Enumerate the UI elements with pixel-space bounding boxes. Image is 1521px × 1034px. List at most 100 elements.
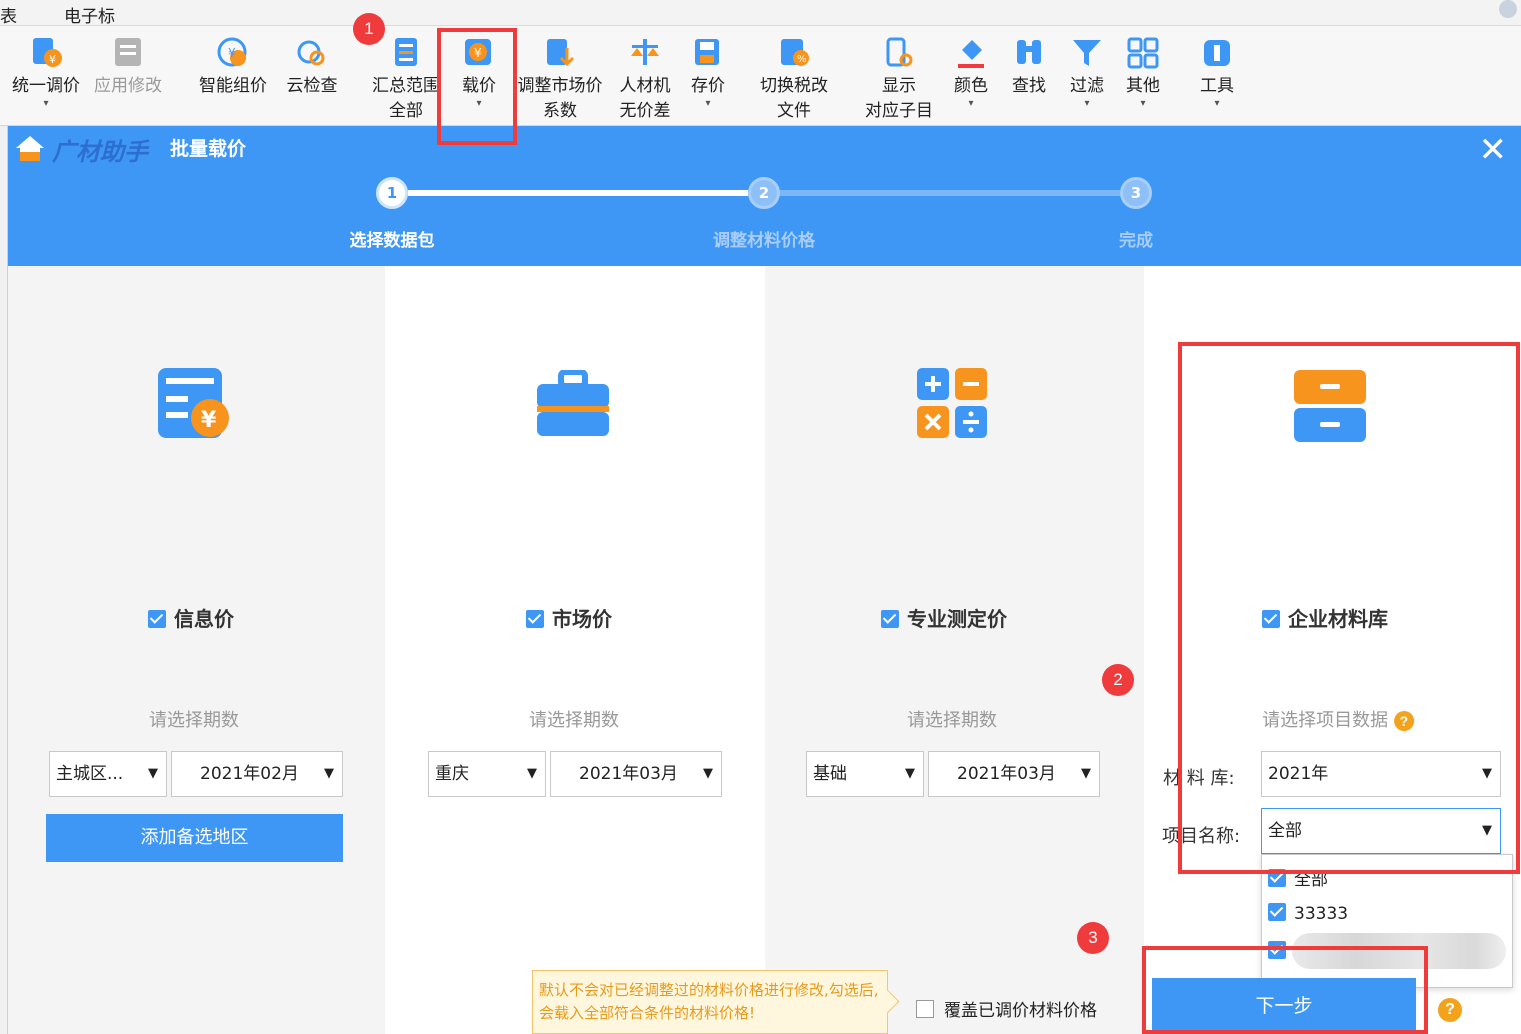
market-period-value: 2021年03月	[579, 764, 678, 784]
smart-pricing-label: 智能组价	[199, 76, 267, 96]
unify-price-caret: ▾	[43, 98, 49, 109]
wrench-icon	[1200, 36, 1234, 70]
switch-tax-label: 切换税改	[760, 76, 828, 96]
pro-type-select[interactable]: 基础 ▼	[806, 751, 924, 797]
info-price-title: 信息价	[174, 607, 234, 631]
step-1-label: 选择数据包	[349, 231, 435, 251]
checkbox-checked-icon	[881, 610, 899, 628]
info-period-value: 2021年02月	[200, 764, 299, 784]
save-price-button[interactable]: 存价 ▾	[686, 34, 730, 109]
pro-price-title: 专业测定价	[907, 607, 1007, 631]
other-button[interactable]: 其他 ▾	[1122, 34, 1164, 109]
pro-price-checkbox[interactable]: 专业测定价	[881, 603, 1007, 632]
market-price-checkbox[interactable]: 市场价	[526, 603, 612, 632]
no-price-diff-sub: 无价差	[619, 101, 671, 121]
help-icon[interactable]: ?	[1438, 998, 1462, 1022]
color-button[interactable]: 颜色 ▾	[950, 34, 992, 109]
apply-changes-icon	[111, 36, 145, 70]
background-window-edge	[0, 126, 8, 1034]
chevron-down-icon: ▼	[527, 766, 537, 781]
add-region-button[interactable]: 添加备选地区	[46, 814, 343, 862]
adjust-market-price-icon	[543, 36, 577, 70]
show-subitem-button[interactable]: 显示 对应子目	[860, 34, 938, 124]
cloud-check-icon	[295, 36, 329, 70]
tools-caret: ▾	[1214, 98, 1220, 109]
market-period-select[interactable]: 2021年03月 ▼	[550, 751, 722, 797]
adjust-market-price-sub: 系数	[543, 101, 577, 121]
show-subitem-sub: 对应子目	[865, 101, 933, 121]
tools-button[interactable]: 工具 ▾	[1196, 34, 1238, 109]
step-1-dot: 1	[376, 177, 408, 209]
chevron-down-icon: ▼	[703, 766, 713, 781]
save-price-caret: ▾	[705, 98, 711, 109]
user-icon[interactable]	[1499, 0, 1517, 18]
step-2-dot: 2	[748, 177, 780, 209]
calculator-icon	[917, 368, 987, 438]
show-subitem-label: 显示	[882, 76, 916, 96]
dialog-title: 批量载价	[170, 138, 247, 160]
adjust-market-price-button[interactable]: 调整市场价 系数	[514, 34, 606, 124]
step-3-label: 完成	[1119, 231, 1153, 251]
filter-label: 过滤	[1070, 76, 1104, 96]
market-price-title: 市场价	[552, 607, 612, 631]
ribbon-toolbar: ¥ 统一调价 ▾ 应用修改 ¥ 智能组价 云检查 汇总范围 全部 ¥ 载价 ▾ …	[0, 26, 1521, 126]
step-badge-3: 3	[1077, 922, 1109, 954]
info-region-select[interactable]: 主城区... ▼	[49, 751, 167, 797]
no-price-diff-button[interactable]: 人材机 无价差	[614, 34, 676, 124]
summary-range-label: 汇总范围	[372, 76, 440, 96]
cover-tooltip: 默认不会对已经调整过的材料价格进行修改,勾选后,会载入全部符合条件的材料价格!	[532, 970, 888, 1034]
step-3-dot: 3	[1120, 177, 1152, 209]
no-price-diff-label: 人材机	[619, 76, 671, 96]
find-button[interactable]: 查找	[1008, 34, 1050, 99]
chevron-down-icon: ▼	[1081, 766, 1091, 781]
summary-range-icon	[389, 36, 423, 70]
smart-pricing-button[interactable]: ¥ 智能组价	[194, 34, 272, 99]
svg-text:¥: ¥	[49, 53, 56, 66]
pro-period-select[interactable]: 2021年03月 ▼	[928, 751, 1100, 797]
smart-pricing-icon: ¥	[216, 36, 250, 70]
house-logo-icon	[16, 136, 44, 161]
binoculars-icon	[1012, 36, 1046, 70]
filter-button[interactable]: 过滤 ▾	[1066, 34, 1108, 109]
unify-price-label: 统一调价	[12, 76, 80, 96]
checkbox-checked-icon	[148, 610, 166, 628]
filter-icon	[1070, 36, 1104, 70]
project-option-33333-label: 33333	[1294, 904, 1349, 924]
switch-tax-button[interactable]: % 切换税改 文件	[756, 34, 832, 124]
step-connector-1	[408, 190, 748, 196]
switch-tax-sub: 文件	[777, 101, 811, 121]
cloud-check-button[interactable]: 云检查	[284, 34, 340, 99]
highlight-load-price	[437, 28, 517, 145]
color-caret: ▾	[968, 98, 974, 109]
paint-bucket-icon	[954, 36, 988, 70]
color-label: 颜色	[954, 76, 988, 96]
cover-adjusted-label[interactable]: 覆盖已调价材料价格	[944, 996, 1097, 1021]
save-price-icon	[691, 36, 725, 70]
summary-range-button[interactable]: 汇总范围 全部	[370, 34, 442, 124]
svg-text:%: %	[797, 54, 807, 65]
step-badge-1: 1	[353, 13, 385, 45]
info-period-select[interactable]: 2021年02月 ▼	[171, 751, 343, 797]
highlight-next-button	[1142, 946, 1428, 1034]
svg-text:¥: ¥	[228, 46, 236, 60]
apply-changes-label: 应用修改	[94, 76, 162, 96]
market-region-select[interactable]: 重庆 ▼	[428, 751, 546, 797]
summary-range-value: 全部	[389, 101, 423, 121]
other-caret: ▾	[1140, 98, 1146, 109]
unify-price-button[interactable]: ¥ 统一调价 ▾	[8, 34, 84, 109]
menu-item-report[interactable]: 表	[0, 2, 17, 27]
cover-adjusted-checkbox[interactable]	[916, 1000, 934, 1018]
pro-period-label: 请选择期数	[907, 710, 997, 731]
pro-price-panel: 专业测定价 请选择期数 基础 ▼ 2021年03月 ▼	[765, 266, 1144, 1034]
apply-changes-button[interactable]: 应用修改	[90, 34, 166, 99]
info-period-label: 请选择期数	[149, 710, 239, 731]
find-label: 查找	[1012, 76, 1046, 96]
menu-item-bid[interactable]: 电子标	[64, 2, 115, 27]
close-icon[interactable]: ✕	[1479, 130, 1508, 170]
footer-help: ?	[1438, 998, 1462, 1022]
info-price-checkbox[interactable]: 信息价	[148, 603, 234, 632]
unify-price-icon: ¥	[29, 36, 63, 70]
project-option-33333[interactable]: 33333	[1268, 903, 1348, 924]
pro-period-value: 2021年03月	[957, 764, 1056, 784]
pro-type-value: 基础	[813, 764, 847, 784]
